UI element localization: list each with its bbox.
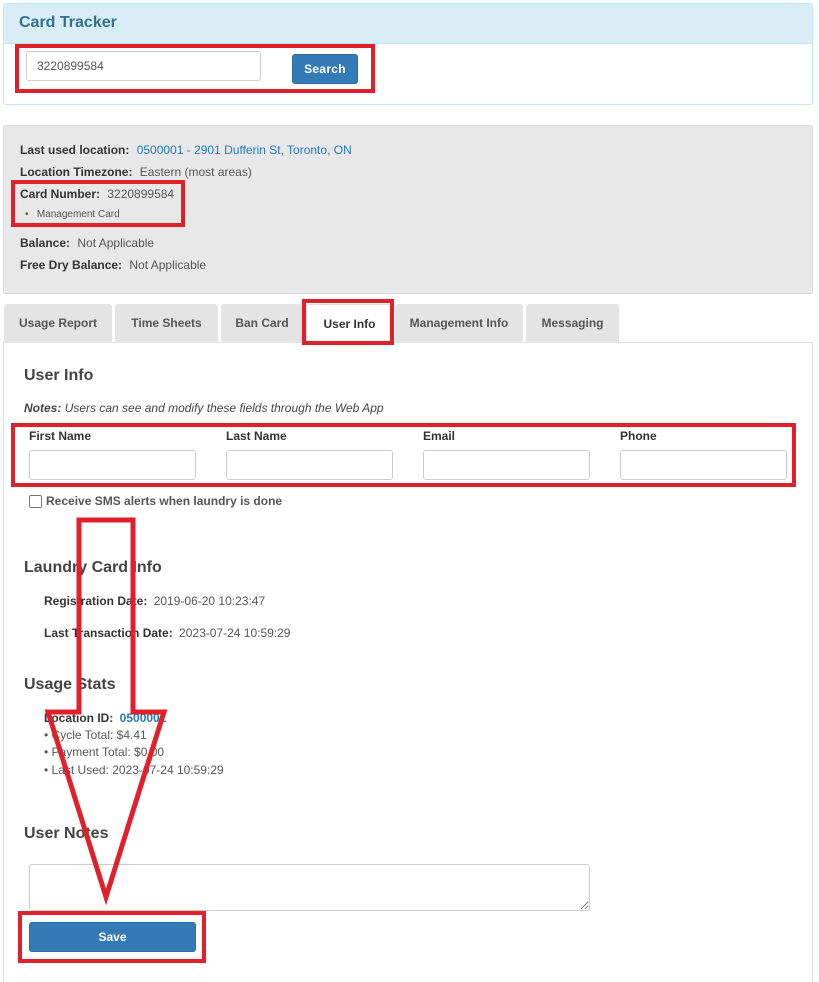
stat-last-used: • Last Used: 2023-07-24 10:59:29 <box>44 763 224 777</box>
free-dry-value: Not Applicable <box>129 258 207 272</box>
panel-heading: Card Tracker <box>4 4 812 44</box>
tab-messaging[interactable]: Messaging <box>526 304 619 343</box>
location-link[interactable]: 0500001 - 2901 Dufferin St, Toronto, ON <box>137 143 352 157</box>
laundry-card-heading: Laundry Card Info <box>24 559 162 576</box>
usage-stats-heading: Usage Stats <box>24 676 116 693</box>
registration-date: Registration Date: 2019-06-20 10:23:47 <box>44 594 265 608</box>
location-timezone: Location Timezone: Eastern (most areas) <box>20 165 252 179</box>
tab-time-sheets[interactable]: Time Sheets <box>115 304 218 343</box>
last-transaction-label: Last Transaction Date: <box>44 626 173 640</box>
free-dry-label: Free Dry Balance: <box>20 258 123 272</box>
timezone-value: Eastern (most areas) <box>139 165 252 179</box>
notes-label: Notes: <box>24 401 62 415</box>
stat-cycle-total: • Cycle Total: $4.41 <box>44 728 147 742</box>
notes-text: Users can see and modify these fields th… <box>64 401 384 415</box>
last-transaction-date: Last Transaction Date: 2023-07-24 10:59:… <box>44 626 290 640</box>
stat-payment-total: • Payment Total: $0.00 <box>44 745 165 759</box>
page-title: Card Tracker <box>19 14 117 31</box>
last-used-location: Last used location: 0500001 - 2901 Duffe… <box>20 143 352 157</box>
annotation-search-box <box>15 44 375 93</box>
last-transaction-value: 2023-07-24 10:59:29 <box>179 626 291 640</box>
tab-ban-card[interactable]: Ban Card <box>221 304 303 343</box>
timezone-label: Location Timezone: <box>20 165 133 179</box>
user-info-notes: Notes: Users can see and modify these fi… <box>24 401 384 415</box>
tab-management-info[interactable]: Management Info <box>395 304 523 343</box>
user-info-heading: User Info <box>24 367 94 384</box>
balance: Balance: Not Applicable <box>20 236 154 250</box>
usage-location: Location ID: 0500001 <box>44 711 166 725</box>
sms-alerts-checkbox[interactable] <box>29 495 42 508</box>
balance-value: Not Applicable <box>77 236 155 250</box>
tab-usage-report[interactable]: Usage Report <box>4 304 112 343</box>
user-notes-textarea[interactable] <box>29 864 590 911</box>
free-dry-balance: Free Dry Balance: Not Applicable <box>20 258 206 272</box>
annotation-user-fields-box <box>11 423 796 487</box>
sms-alerts-label[interactable]: Receive SMS alerts when laundry is done <box>46 494 282 508</box>
user-notes-heading: User Notes <box>24 825 109 842</box>
balance-label: Balance: <box>20 236 71 250</box>
usage-location-label: Location ID: <box>44 711 114 725</box>
annotation-save-box <box>18 911 206 963</box>
registration-label: Registration Date: <box>44 594 148 608</box>
registration-value: 2019-06-20 10:23:47 <box>153 594 266 608</box>
usage-location-link[interactable]: 0500001 <box>120 711 167 725</box>
annotation-card-number-box <box>11 180 185 227</box>
last-used-location-label: Last used location: <box>20 143 130 157</box>
annotation-user-info-tab-box <box>302 299 394 345</box>
